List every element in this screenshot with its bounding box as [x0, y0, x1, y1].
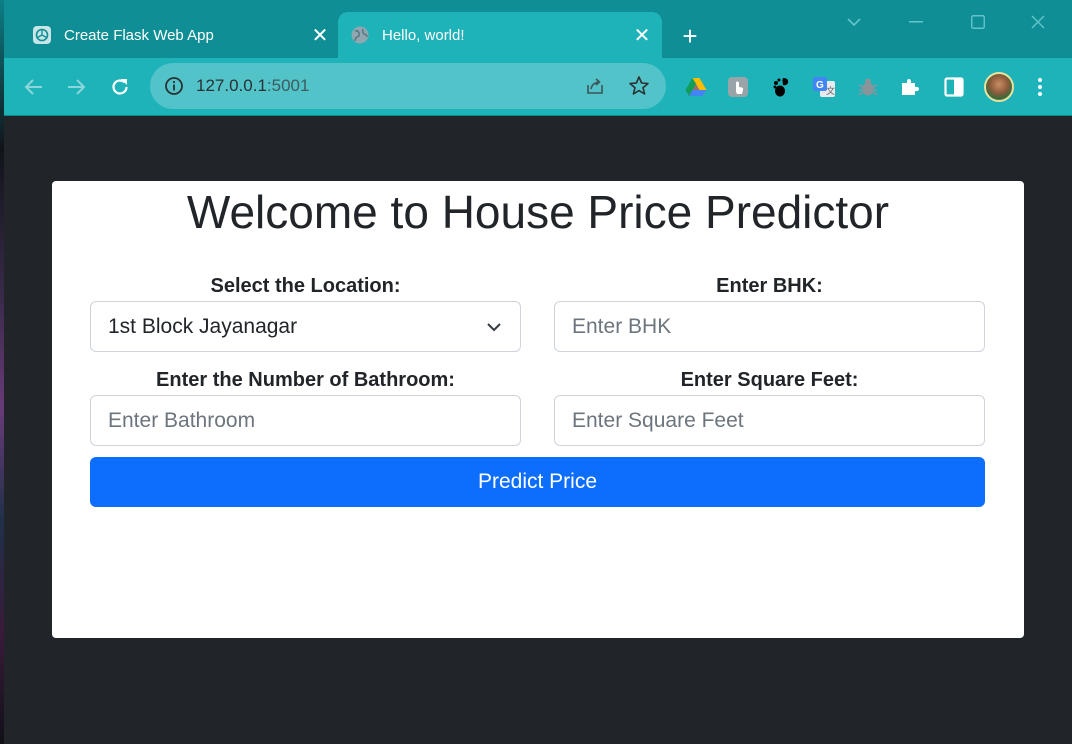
- close-tab-icon[interactable]: ✕: [630, 23, 654, 47]
- tab-create-flask-web-app[interactable]: Create Flask Web App ✕: [20, 12, 340, 58]
- google-drive-icon[interactable]: [684, 75, 708, 99]
- back-icon[interactable]: [18, 71, 50, 103]
- forward-icon[interactable]: [60, 71, 92, 103]
- puzzle-icon[interactable]: [898, 75, 922, 99]
- address-text: 127.0.0.1:5001: [196, 76, 309, 96]
- url-host: 127.0.0.1: [196, 76, 267, 95]
- page-viewport: Welcome to House Price Predictor Select …: [4, 117, 1072, 744]
- predictor-card: Welcome to House Price Predictor Select …: [52, 181, 1024, 638]
- globe-icon: [350, 25, 370, 45]
- tab-strip: Create Flask Web App ✕ Hello, world! ✕ +: [4, 0, 1072, 58]
- sqft-label: Enter Square Feet:: [680, 369, 859, 391]
- minimize-icon[interactable]: [896, 8, 936, 36]
- location-selected-value: 1st Block Jayanagar: [108, 314, 298, 338]
- page-title: Welcome to House Price Predictor: [186, 186, 890, 238]
- maximize-icon[interactable]: [958, 8, 998, 36]
- tab-label: Hello, world!: [382, 26, 465, 44]
- profile-avatar[interactable]: [984, 72, 1014, 102]
- kebab-menu-icon[interactable]: [1030, 75, 1050, 99]
- site-info-icon[interactable]: [164, 76, 184, 96]
- location-select[interactable]: 1st Block Jayanagar: [90, 301, 521, 352]
- google-translate-icon[interactable]: G 文: [812, 75, 836, 99]
- gnome-icon[interactable]: [770, 75, 794, 99]
- bathroom-label: Enter the Number of Bathroom:: [156, 369, 455, 391]
- svg-text:文: 文: [826, 85, 835, 96]
- bug-icon[interactable]: [856, 75, 880, 99]
- browser-window: Create Flask Web App ✕ Hello, world! ✕ +: [4, 0, 1072, 744]
- openai-icon: [32, 25, 52, 45]
- chevron-down-icon: [487, 322, 501, 331]
- sidepanel-icon[interactable]: [942, 75, 966, 99]
- url-port: :5001: [266, 76, 310, 95]
- sqft-input[interactable]: [554, 395, 985, 446]
- close-tab-icon[interactable]: ✕: [308, 23, 332, 47]
- browser-toolbar: 127.0.0.1:5001 G 文: [4, 58, 1072, 116]
- predict-price-button[interactable]: Predict Price: [90, 457, 985, 507]
- bathroom-input[interactable]: [90, 395, 521, 446]
- bookmark-star-icon[interactable]: [628, 75, 650, 97]
- tab-search-icon[interactable]: [834, 8, 874, 36]
- svg-text:G: G: [816, 80, 824, 91]
- tab-hello-world[interactable]: Hello, world! ✕: [338, 12, 662, 58]
- bhk-label: Enter BHK:: [716, 275, 823, 297]
- address-bar[interactable]: 127.0.0.1:5001: [150, 63, 666, 109]
- share-icon[interactable]: [584, 75, 606, 97]
- reload-icon[interactable]: [104, 71, 136, 103]
- location-label: Select the Location:: [210, 275, 401, 297]
- new-tab-button[interactable]: +: [676, 21, 704, 51]
- tab-label: Create Flask Web App: [64, 26, 214, 44]
- close-window-icon[interactable]: [1018, 8, 1058, 36]
- touch-icon[interactable]: [726, 75, 750, 99]
- bhk-input[interactable]: [554, 301, 985, 352]
